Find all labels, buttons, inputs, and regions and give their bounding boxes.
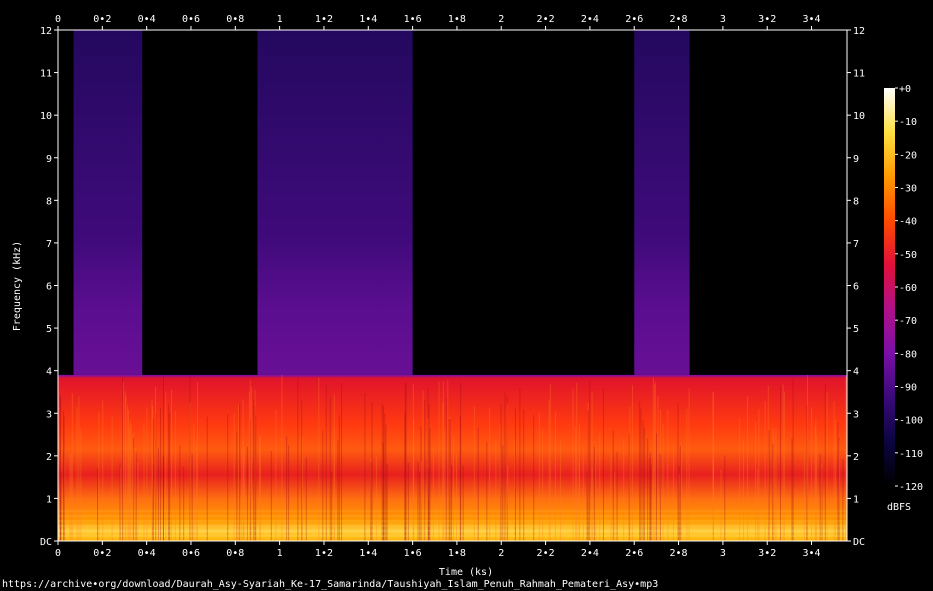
- y-axis-label: Frequency (kHz): [12, 241, 23, 331]
- x-tick-label-top: 1•6: [404, 14, 422, 25]
- x-tick-label: 3•4: [803, 548, 821, 559]
- colorbar-label: dBFS: [887, 502, 911, 513]
- x-tick-label-top: 2•8: [670, 14, 688, 25]
- y-tick-label-right: 10: [853, 111, 865, 122]
- colorbar-tick-label: -40: [899, 217, 917, 228]
- colorbar-gradient: [884, 88, 895, 486]
- y-tick-label-right: 7: [853, 239, 859, 250]
- x-tick-label: 2•4: [581, 548, 599, 559]
- x-tick-label-top: 0•2: [93, 14, 111, 25]
- y-tick-label: 8: [46, 196, 52, 207]
- y-tick-label-right: 4: [853, 367, 859, 378]
- colorbar-tick-label: -100: [899, 416, 923, 427]
- y-tick-label-right: 3: [853, 409, 859, 420]
- x-tick-label: 0: [55, 548, 61, 559]
- x-tick-label: 2: [498, 548, 504, 559]
- colorbar-tick-label: -10: [899, 117, 917, 128]
- x-tick-label-top: 3: [720, 14, 726, 25]
- y-tick-label: 4: [46, 367, 52, 378]
- y-tick-label-right: 12: [853, 26, 865, 37]
- y-tick-label: 9: [46, 154, 52, 165]
- x-tick-label: 0•2: [93, 548, 111, 559]
- x-tick-label: 1•6: [404, 548, 422, 559]
- x-tick-label-top: 0•4: [138, 14, 156, 25]
- x-tick-label: 1•4: [359, 548, 377, 559]
- y-tick-label-right: DC: [853, 537, 865, 548]
- x-tick-label-top: 0•8: [226, 14, 244, 25]
- y-tick-label-right: 1: [853, 494, 859, 505]
- x-tick-label: 1•8: [448, 548, 466, 559]
- y-tick-label: 10: [40, 111, 52, 122]
- y-tick-label-right: 2: [853, 452, 859, 463]
- upper-band-segment: [257, 30, 413, 375]
- x-tick-label: 2•2: [537, 548, 555, 559]
- colorbar-tick-label: -20: [899, 150, 917, 161]
- x-tick-label-top: 1: [277, 14, 283, 25]
- x-tick-label-top: 1•4: [359, 14, 377, 25]
- colorbar-tick-label: -120: [899, 482, 923, 493]
- y-tick-label: 7: [46, 239, 52, 250]
- x-tick-label-top: 3•4: [803, 14, 821, 25]
- colorbar-tick-label: -80: [899, 349, 917, 360]
- y-tick-label: 2: [46, 452, 52, 463]
- x-axis-label: Time (ks): [439, 567, 493, 578]
- x-tick-label-top: 1•8: [448, 14, 466, 25]
- colorbar-tick-label: -110: [899, 449, 923, 460]
- colorbar: +0 -10 -20 -30 -40 -50 -60 -70 -80 -90 -100 -110 -12…: [884, 84, 923, 493]
- y-tick-label: 6: [46, 282, 52, 293]
- y-tick-label-right: 8: [853, 196, 859, 207]
- source-url: https://archive•org/download/Daurah_Asy-…: [2, 579, 658, 590]
- x-tick-label-top: 2: [498, 14, 504, 25]
- y-tick-label: DC: [40, 537, 52, 548]
- colorbar-tick-label: -60: [899, 283, 917, 294]
- x-tick-label-top: 0•6: [182, 14, 200, 25]
- x-tick-label-top: 3•2: [758, 14, 776, 25]
- y-tick-label: 3: [46, 409, 52, 420]
- x-tick-label: 2•8: [670, 548, 688, 559]
- x-tick-label: 0•8: [226, 548, 244, 559]
- x-tick-label-top: 0: [55, 14, 61, 25]
- x-tick-label-top: 2•4: [581, 14, 599, 25]
- upper-band-segment: [73, 30, 143, 375]
- y-tick-label-right: 9: [853, 154, 859, 165]
- x-tick-label: 1•2: [315, 548, 333, 559]
- y-tick-label: 5: [46, 324, 52, 335]
- y-tick-label: 12: [40, 26, 52, 37]
- y-tick-label-right: 6: [853, 282, 859, 293]
- x-tick-label: 3•2: [758, 548, 776, 559]
- x-tick-label-top: 2•2: [537, 14, 555, 25]
- x-tick-label: 3: [720, 548, 726, 559]
- spectrogram-plot-area: [57, 30, 847, 541]
- x-tick-label: 2•6: [625, 548, 643, 559]
- colorbar-tick-label: -30: [899, 184, 917, 195]
- y-tick-label: 11: [40, 69, 52, 80]
- colorbar-tick-label: +0: [899, 84, 911, 95]
- spectrogram-chart: 000•20•20•40•40•60•60•80•8111•21•21•41•4…: [2, 14, 923, 590]
- y-tick-label-right: 11: [853, 69, 865, 80]
- colorbar-tick-label: -50: [899, 250, 917, 261]
- colorbar-tick-label: -90: [899, 383, 917, 394]
- x-tick-label: 0•4: [138, 548, 156, 559]
- x-tick-label-top: 1•2: [315, 14, 333, 25]
- y-tick-label: 1: [46, 494, 52, 505]
- y-tick-label-right: 5: [853, 324, 859, 335]
- x-tick-label: 0•6: [182, 548, 200, 559]
- upper-band-segment: [634, 30, 690, 375]
- colorbar-tick-label: -70: [899, 316, 917, 327]
- x-tick-label: 1: [277, 548, 283, 559]
- x-tick-label-top: 2•6: [625, 14, 643, 25]
